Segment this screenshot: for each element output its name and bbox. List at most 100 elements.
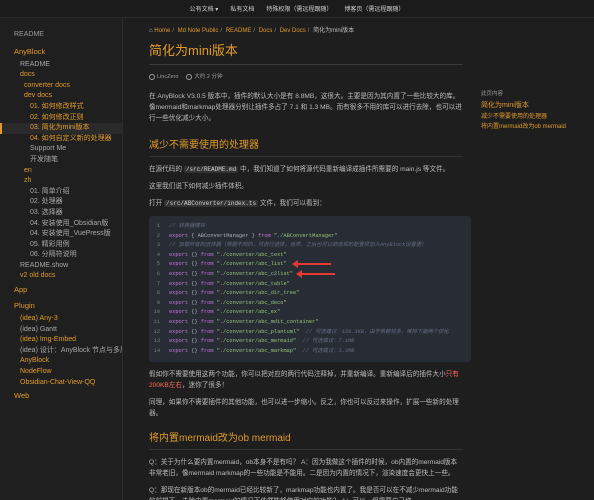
- after-code-paragraph: 假如你不需要使用这两个功能，你可以把对应的两行代码注释掉，并重新编译。重新编译后…: [149, 371, 459, 390]
- code-line: 13 export {} from "./converter/abc_mermai…: [149, 337, 471, 347]
- sidebar-item[interactable]: 01. 简单介绍: [0, 187, 122, 198]
- code-block[interactable]: 1 // 转换器模块 2 export { ABConvertManager } fr…: [149, 216, 471, 363]
- red-arrow-2: [296, 270, 335, 278]
- code-line: 10 export {} from "./converter/abc_ex": [149, 308, 471, 318]
- code-text: // 转换器模块: [169, 223, 206, 229]
- sidebar-item[interactable]: en: [0, 166, 122, 177]
- toc-title: 此页内容: [481, 91, 504, 97]
- breadcrumb-docs[interactable]: Docs: [259, 28, 273, 34]
- sidebar-item[interactable]: 04. 安装使用_Obsidian版: [0, 219, 122, 230]
- code-text: // 加载所有的选择器（根据不同的，可自行选择，当然，之后也可以把选项的配置项加…: [169, 242, 427, 249]
- sidebar-item[interactable]: 06. 分隔符说明: [0, 250, 122, 261]
- page-meta: LincZero 大约 2 分钟: [149, 72, 473, 82]
- line-number: 12: [153, 328, 160, 335]
- inline-code-readme: /src/README.md: [183, 166, 239, 173]
- sidebar-item[interactable]: converter docs: [0, 81, 122, 92]
- sidebar-item[interactable]: NodeFlow: [0, 367, 122, 378]
- sidebar: README AnyBlock README docs converter docs de…: [0, 18, 123, 500]
- code-text: export {} from "./converter/abc_ex": [169, 309, 281, 316]
- sidebar-item[interactable]: 04. 如何自定义新的处理器: [0, 134, 122, 145]
- sidebar-item[interactable]: zh: [0, 176, 122, 187]
- title-divider: [149, 64, 463, 65]
- toc-item-mini[interactable]: 简化为mini版本: [481, 100, 594, 112]
- red-arrow-1: [292, 260, 331, 268]
- line-number: 4: [156, 251, 160, 258]
- read-time: 大约 2 分钟: [194, 74, 223, 80]
- sidebar-item[interactable]: (idea) Img-Embed: [0, 335, 122, 346]
- page-title: 简化为mini版本: [149, 43, 238, 58]
- sidebar-item[interactable]: Obsidian-Chat-View-QQ: [0, 378, 122, 389]
- line-number: 5: [156, 261, 160, 268]
- line-number: 8: [156, 290, 160, 297]
- code-line: 11 export {} from "./converter/abc_mdit_c…: [149, 318, 471, 328]
- main-content: ⌂ Home / Md Note Public / README / Docs / De…: [123, 18, 473, 500]
- sidebar-item[interactable]: Web: [0, 388, 122, 404]
- line-number: 6: [156, 270, 160, 277]
- s1-paragraph-1: 在源代码的 /src/README.md 中，我们知道了如何将源代码重新编译成插…: [149, 166, 450, 173]
- code-text: export {} from "./converter/abc_plantuml…: [169, 328, 449, 335]
- code-text: export { ABConvertManager } from "./ABCo…: [169, 232, 338, 239]
- sidebar-item[interactable]: docs: [0, 70, 122, 81]
- sidebar-item[interactable]: dev docs: [0, 91, 122, 102]
- code-text: export {} from "./converter/abc_markmap"…: [169, 347, 355, 354]
- code-line: 4 export {} from "./converter/abc_text": [149, 251, 471, 261]
- sidebar-item[interactable]: (idea) Any-3: [0, 314, 122, 325]
- sidebar-item[interactable]: v2 old docs: [0, 271, 122, 282]
- code-line: 7 export {} from "./converter/abc_table": [149, 280, 471, 290]
- code-line: 2 export { ABConvertManager } from "./ABC…: [149, 232, 471, 242]
- author[interactable]: LincZero: [157, 74, 178, 80]
- breadcrumb-md-note-public[interactable]: Md Note Public: [178, 28, 219, 34]
- line-number: 2: [156, 232, 160, 239]
- sidebar-item[interactable]: README.show: [0, 261, 122, 272]
- line-number: 11: [153, 318, 160, 325]
- sidebar-item[interactable]: (idea) Gantt: [0, 325, 122, 336]
- sidebar-item[interactable]: 03. 简化为mini版本: [0, 123, 122, 134]
- s1-paragraph-2: 这里我们说下如何减少插件体积。: [149, 183, 248, 190]
- sidebar-item[interactable]: AnyBlock: [0, 44, 122, 60]
- sidebar-item[interactable]: 02. 如何修改正则: [0, 113, 122, 124]
- line-number: 7: [156, 280, 160, 287]
- code-text: export {} from "./converter/abc_mdit_con…: [169, 318, 319, 325]
- nav-public-docs[interactable]: 公有文档 ▾: [190, 4, 219, 13]
- breadcrumb-readme[interactable]: README: [226, 28, 252, 34]
- section-reduce-processors: 减少不需要使用的处理器: [149, 140, 259, 151]
- nav-blog[interactable]: 博客页（需远程跟随）: [344, 4, 404, 13]
- breadcrumb-dev-docs[interactable]: Dev Docs: [280, 28, 306, 34]
- nav-special-permission[interactable]: 特殊权限（需远程跟随）: [266, 4, 332, 13]
- code-line: 9 export {} from "./converter/abc_deco": [149, 299, 471, 309]
- sidebar-item[interactable]: 04. 安装使用_VuePress版: [0, 229, 122, 240]
- line-number: 3: [156, 242, 160, 249]
- top-navbar: 公有文档 ▾ 私有文档 特殊权限（需远程跟随） 博客页（需远程跟随）: [0, 0, 594, 18]
- code-text: export {} from "./converter/abc_text": [169, 251, 287, 258]
- toc-item-mermaid[interactable]: 将内置mermaid改为ob mermaid: [481, 122, 594, 132]
- nav-private-docs[interactable]: 私有文档: [230, 4, 254, 13]
- home-icon: ⌂: [149, 28, 153, 34]
- sidebar-item[interactable]: 03. 选择器: [0, 208, 122, 219]
- sidebar-item[interactable]: 开发随笔: [0, 155, 122, 166]
- sidebar-item[interactable]: 05. 精彩用例: [0, 240, 122, 251]
- s2-paragraph-2: Q：那现在新版本ob的mermaid已经比较新了，markmap功能也内置了。我…: [149, 487, 458, 500]
- sidebar-item[interactable]: Support Me: [0, 144, 122, 155]
- after-code-paragraph-2: 同理，如果你不需要插件的其他功能，也可以进一步缩小。反之，你也可以反过来操作，扩…: [149, 399, 459, 418]
- s1-paragraph-3: 打开 /src/ABConverter/index.ts 文件，我们可以看到：: [149, 200, 326, 207]
- code-line: 12 export {} from "./converter/abc_plantu…: [149, 328, 471, 338]
- code-text: export {} from "./converter/abc_table": [169, 280, 290, 287]
- line-number: 14: [153, 347, 160, 354]
- sidebar-item[interactable]: 02. 处理器: [0, 197, 122, 208]
- code-line: 1 // 转换器模块: [149, 222, 471, 232]
- code-line: 14 export {} from "./converter/abc_markma…: [149, 347, 471, 357]
- sidebar-item[interactable]: 01. 如何修改样式: [0, 102, 122, 113]
- breadcrumb: ⌂ Home / Md Note Public / README / Docs / De…: [149, 28, 355, 34]
- sidebar-item[interactable]: Plugin: [0, 298, 122, 314]
- sidebar-item[interactable]: README: [0, 60, 122, 71]
- code-text: export {} from "./converter/abc_c2list": [169, 270, 293, 277]
- toc-item-reduce[interactable]: 减少不需要使用的处理器: [481, 112, 594, 122]
- sidebar-item[interactable]: README: [0, 30, 122, 41]
- section-divider-2: [149, 449, 463, 451]
- sidebar-item[interactable]: (idea) 设计：AnyBlock 节点与多层嵌套: [0, 346, 122, 357]
- code-text: export {} from "./converter/abc_dir_tree…: [169, 290, 300, 297]
- code-text: export {} from "./converter/abc_mermaid"…: [169, 338, 355, 345]
- breadcrumb-home[interactable]: Home: [154, 28, 170, 34]
- sidebar-item[interactable]: AnyBlock: [0, 356, 122, 367]
- sidebar-item[interactable]: App: [0, 282, 122, 298]
